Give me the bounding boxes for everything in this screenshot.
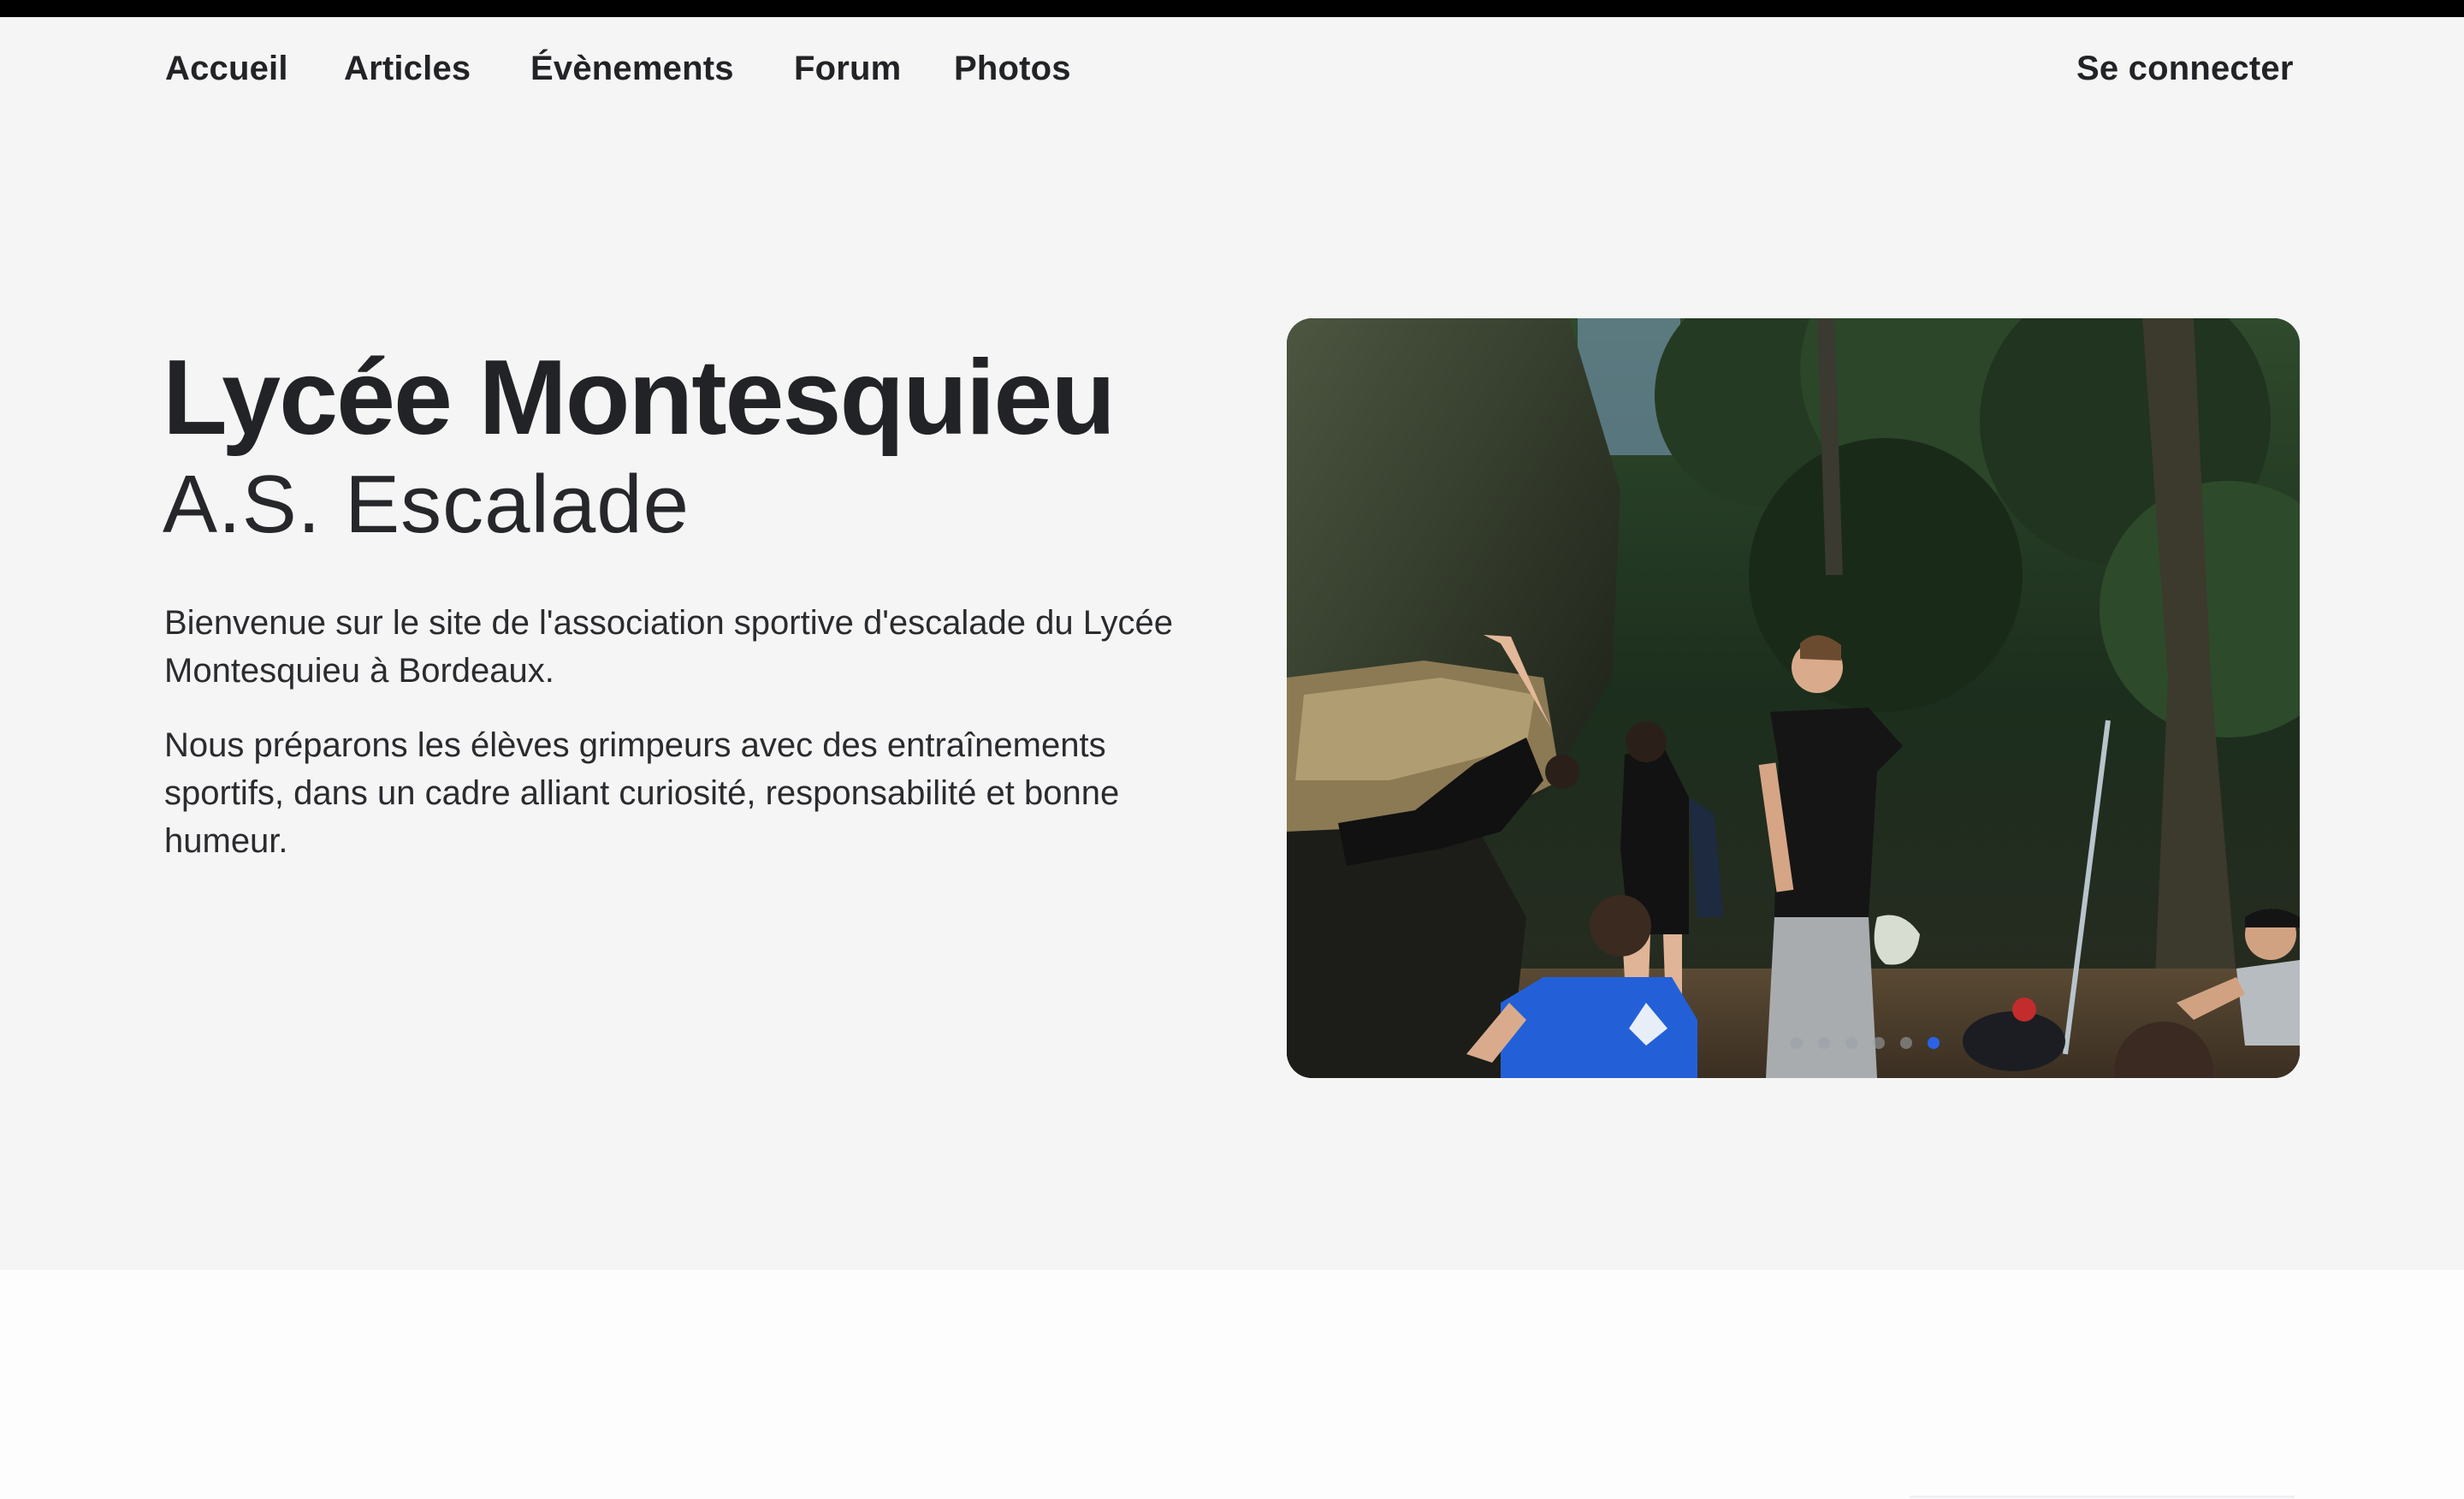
main-navigation: Accueil Articles Évènements Forum Photos… (0, 17, 2464, 124)
login-link[interactable]: Se connecter (2076, 50, 2294, 88)
carousel-dot[interactable] (1791, 1037, 1803, 1049)
mission-paragraph: Nous préparons les élèves grimpeurs avec… (164, 726, 1120, 860)
photo-carousel[interactable] (1287, 318, 2300, 1078)
nav-item-photos[interactable]: Photos (954, 50, 1071, 88)
carousel-dot[interactable] (1845, 1037, 1857, 1049)
top-black-bar (0, 0, 2464, 17)
nav-item-forum[interactable]: Forum (794, 50, 901, 88)
carousel-dot[interactable] (1873, 1037, 1885, 1049)
nav-item-evenements[interactable]: Évènements (530, 50, 734, 88)
page-subtitle: A.S. Escalade (163, 459, 690, 550)
carousel-indicators (1791, 1037, 1940, 1049)
nav-item-articles[interactable]: Articles (344, 50, 471, 88)
page-title: Lycée Montesquieu (163, 339, 1116, 457)
carousel-dot-active[interactable] (1928, 1037, 1940, 1049)
intro-paragraph: Bienvenue sur le site de l'association s… (164, 604, 1173, 690)
next-section (0, 1270, 2464, 1499)
carousel-dot[interactable] (1900, 1037, 1912, 1049)
nav-item-accueil[interactable]: Accueil (165, 50, 288, 88)
next-section-divider (1910, 1496, 2295, 1498)
carousel-dot[interactable] (1818, 1037, 1830, 1049)
